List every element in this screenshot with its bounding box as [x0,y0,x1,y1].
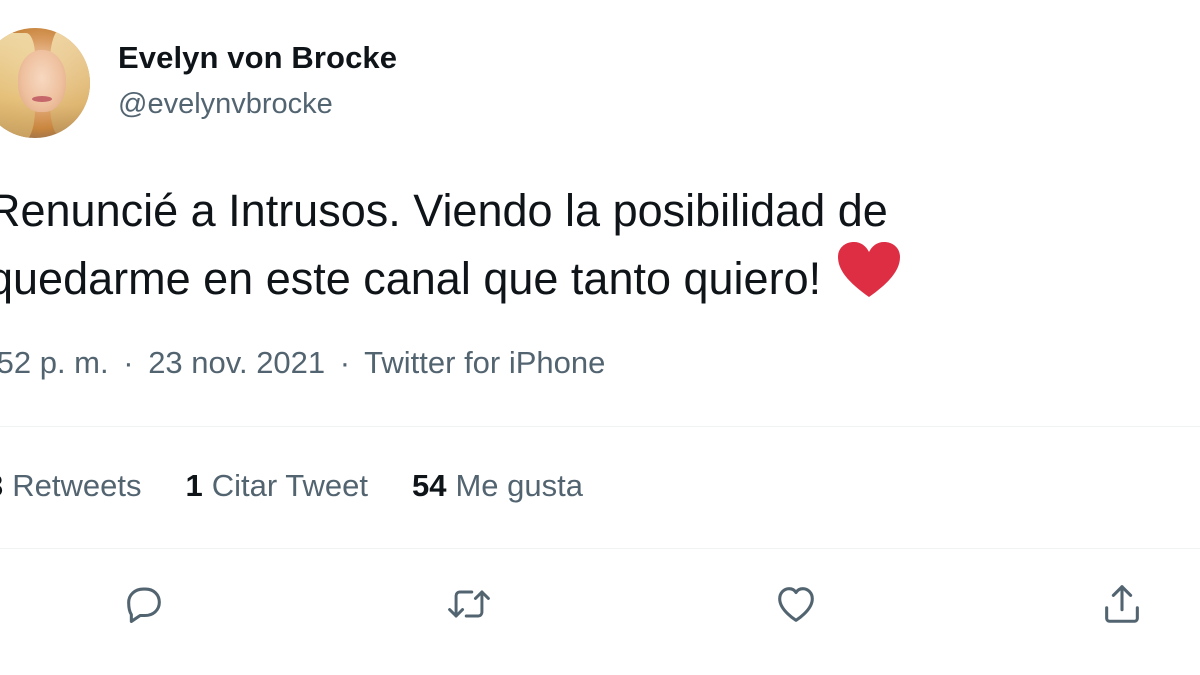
retweet-button[interactable] [445,580,493,628]
reply-icon [127,587,161,623]
likes-stat[interactable]: 54 Me gusta [412,468,583,504]
divider [0,426,1200,427]
share-button[interactable] [1098,580,1146,628]
divider [0,548,1200,549]
retweets-label: Retweets [12,468,142,503]
reply-button[interactable] [120,580,168,628]
tweet-source[interactable]: Twitter for iPhone [364,345,605,380]
author-handle[interactable]: @evelynvbrocke [118,88,333,121]
tweet-stats: 3 Retweets 1Citar Tweet 54Me gusta [0,468,627,504]
author-name[interactable]: Evelyn von Brocke [118,40,397,76]
tweet-text-content: Renuncié a Intrusos. Viendo la posibilid… [0,185,888,304]
meta-separator: · [339,345,351,380]
heart-icon [778,587,814,622]
quotes-count: 1 [185,468,203,503]
likes-label: Me gusta [455,468,583,503]
red-heart-emoji-icon [837,242,900,316]
avatar[interactable] [0,28,90,138]
retweet-icon [448,590,490,618]
share-icon [1105,585,1139,623]
tweet-text: Renuncié a Intrusos. Viendo la posibilid… [0,180,1178,316]
tweet-time[interactable]: :52 p. m. [0,345,109,380]
retweets-count: 3 [0,468,3,503]
meta-separator: · [123,345,134,380]
tweet-date[interactable]: 23 nov. 2021 [148,345,325,380]
tweet-meta: :52 p. m. · 23 nov. 2021 · Twitter for i… [0,345,605,381]
like-button[interactable] [772,580,820,628]
quotes-stat[interactable]: 1 Citar Tweet [185,468,367,504]
likes-count: 54 [411,468,447,503]
tweet-card: Evelyn von Brocke @evelynvbrocke Renunci… [0,0,1200,675]
quotes-label: Citar Tweet [211,468,368,503]
retweets-stat[interactable]: 3 Retweets [0,468,141,504]
